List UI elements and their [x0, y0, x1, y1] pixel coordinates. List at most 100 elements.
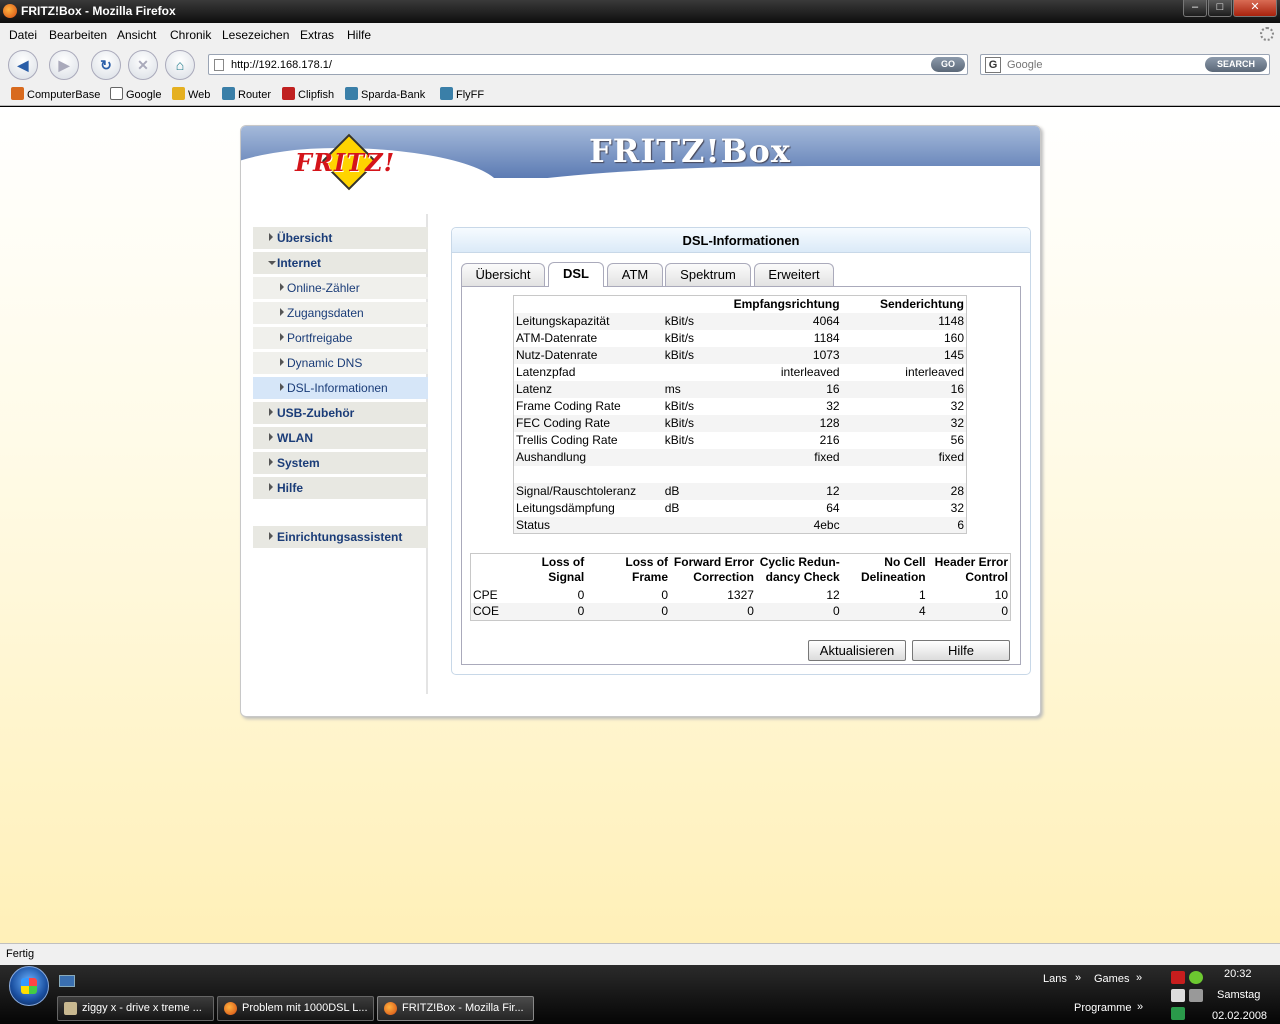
start-button[interactable]	[9, 966, 49, 1006]
menu-chronik[interactable]: Chronik	[170, 28, 211, 42]
help-button[interactable]: Hilfe	[912, 640, 1010, 661]
chevron-right-icon	[280, 308, 284, 316]
go-button[interactable]: GO	[931, 57, 965, 72]
url-text[interactable]: http://192.168.178.1/	[231, 59, 332, 71]
nav-internet[interactable]: Internet	[253, 252, 428, 274]
bookmark-web[interactable]: Web	[172, 87, 210, 101]
bookmark-computerbase[interactable]: ComputerBase	[11, 87, 100, 101]
table-cell	[663, 364, 732, 381]
table-cell: Signal/Rauschtoleranz	[513, 482, 663, 500]
taskbar-item-fritzbox[interactable]: FRITZ!Box - Mozilla Fir...	[377, 996, 534, 1021]
chevron-right-icon	[269, 433, 273, 441]
menu-datei[interactable]: Datei	[9, 28, 37, 42]
nav-einrichtungsassistent[interactable]: Einrichtungsassistent	[253, 526, 428, 548]
toolbar-programme[interactable]: Programme	[1074, 1002, 1131, 1014]
nav-system[interactable]: System	[253, 452, 428, 474]
table-row: COE 0 0 0 0 4 0	[470, 603, 1011, 620]
clock-day[interactable]: Samstag	[1217, 989, 1260, 1001]
table-cell: kBit/s	[664, 399, 695, 413]
sparda-bank-icon	[345, 87, 358, 100]
table-cell: fixed	[731, 448, 842, 466]
bookmark-sparda-bank[interactable]: Sparda-Bank	[345, 87, 425, 101]
tab-uebersicht[interactable]: Übersicht	[461, 263, 545, 286]
column-header-senderichtung: Senderichtung	[879, 297, 964, 312]
chevron-icon[interactable]: »	[1137, 1001, 1143, 1013]
url-bar[interactable]: http://192.168.178.1/ GO	[208, 54, 968, 75]
maximize-button[interactable]: □	[1208, 0, 1232, 17]
table-cell: 10	[994, 587, 1008, 602]
search-bar[interactable]: G SEARCH	[980, 54, 1270, 75]
status-bar: Fertig	[0, 943, 1280, 965]
tab-dsl[interactable]: DSL	[548, 262, 604, 287]
bookmarks-toolbar: ComputerBase Google Web Router Clipfish …	[0, 83, 1280, 106]
forward-button[interactable]: ▶	[49, 50, 79, 80]
table-cell: dB	[662, 482, 732, 500]
bookmark-clipfish[interactable]: Clipfish	[282, 87, 334, 101]
menu-bearbeiten[interactable]: Bearbeiten	[49, 28, 107, 42]
toolbar-games[interactable]: Games	[1094, 973, 1129, 985]
clock-date[interactable]: 02.02.2008	[1212, 1010, 1267, 1022]
nav-hilfe[interactable]: Hilfe	[253, 477, 428, 499]
column-header	[663, 296, 732, 313]
navigation-toolbar: ◀ ▶ ↻ ✕ ⌂ http://192.168.178.1/ GO G SEA…	[0, 47, 1280, 83]
reload-button[interactable]: ↻	[91, 50, 121, 80]
nav-dsl-informationen[interactable]: DSL-Informationen	[253, 377, 428, 399]
close-button[interactable]: ✕	[1233, 0, 1277, 17]
nav-usb-zubehoer[interactable]: USB-Zubehör	[253, 402, 428, 424]
tab-content: Empfangsrichtung Senderichtung Leitungsk…	[461, 286, 1021, 665]
menu-ansicht[interactable]: Ansicht	[117, 28, 156, 42]
search-input[interactable]	[1007, 57, 1197, 72]
bookmark-flyff[interactable]: FlyFF	[440, 87, 484, 101]
nav-portfreigabe[interactable]: Portfreigabe	[253, 327, 428, 349]
toolbar-lans[interactable]: Lans	[1043, 973, 1067, 985]
table-cell: 4064	[731, 312, 842, 330]
table-cell: 0	[755, 603, 842, 620]
nav-uebersicht[interactable]: Übersicht	[253, 227, 428, 249]
bookmark-router[interactable]: Router	[222, 87, 271, 101]
volume-icon[interactable]	[1189, 989, 1203, 1002]
search-button[interactable]: SEARCH	[1205, 57, 1267, 72]
table-cell: Frame Coding Rate	[516, 399, 621, 413]
table-cell: 32	[950, 399, 964, 413]
bookmark-google[interactable]: Google	[110, 87, 161, 101]
menu-extras[interactable]: Extras	[300, 28, 334, 42]
minimize-button[interactable]: –	[1183, 0, 1207, 17]
chevron-right-icon	[280, 358, 284, 366]
taskbar-item-problem[interactable]: Problem mit 1000DSL L...	[217, 996, 374, 1021]
column-header: Loss of Frame	[625, 555, 669, 584]
table-cell: 1148	[841, 312, 967, 330]
back-button[interactable]: ◀	[8, 50, 38, 80]
table-cell: 12	[826, 587, 840, 602]
column-header-empfangsrichtung: Empfangsrichtung	[733, 297, 840, 312]
fritzbox-brand-title: FRITZ!Box	[589, 132, 791, 170]
google-icon	[110, 87, 123, 100]
nav-zugangsdaten[interactable]: Zugangsdaten	[253, 302, 428, 324]
tab-spektrum[interactable]: Spektrum	[665, 263, 751, 286]
google-search-engine-icon[interactable]: G	[985, 57, 1001, 73]
nav-wlan[interactable]: WLAN	[253, 427, 428, 449]
chevron-icon[interactable]: »	[1136, 972, 1142, 984]
chevron-right-icon	[269, 233, 273, 241]
table-cell: 32	[950, 501, 964, 515]
taskbar-item-ziggy[interactable]: ziggy x - drive x treme ...	[57, 996, 214, 1021]
clock-time[interactable]: 20:32	[1224, 968, 1252, 980]
page-icon	[214, 59, 224, 71]
home-button[interactable]: ⌂	[165, 50, 195, 80]
power-icon[interactable]	[1171, 1007, 1185, 1020]
tab-atm[interactable]: ATM	[607, 263, 663, 286]
network-icon[interactable]	[1171, 989, 1185, 1002]
table-cell: 16	[841, 380, 967, 398]
show-desktop-icon[interactable]	[59, 975, 75, 987]
refresh-button[interactable]: Aktualisieren	[808, 640, 906, 661]
ati-icon[interactable]	[1171, 971, 1185, 984]
menu-lesezeichen[interactable]: Lesezeichen	[222, 28, 289, 42]
stop-button[interactable]: ✕	[128, 50, 158, 80]
table-cell: kBit/s	[662, 346, 732, 364]
chevron-icon[interactable]: »	[1075, 972, 1081, 984]
menu-hilfe[interactable]: Hilfe	[347, 28, 371, 42]
table-row: Leitungskapazität kBit/s 4064 1148	[513, 312, 967, 330]
nav-dynamic-dns[interactable]: Dynamic DNS	[253, 352, 428, 374]
nav-online-zaehler[interactable]: Online-Zähler	[253, 277, 428, 299]
tab-erweitert[interactable]: Erweitert	[754, 263, 834, 286]
icq-icon[interactable]	[1189, 971, 1203, 984]
